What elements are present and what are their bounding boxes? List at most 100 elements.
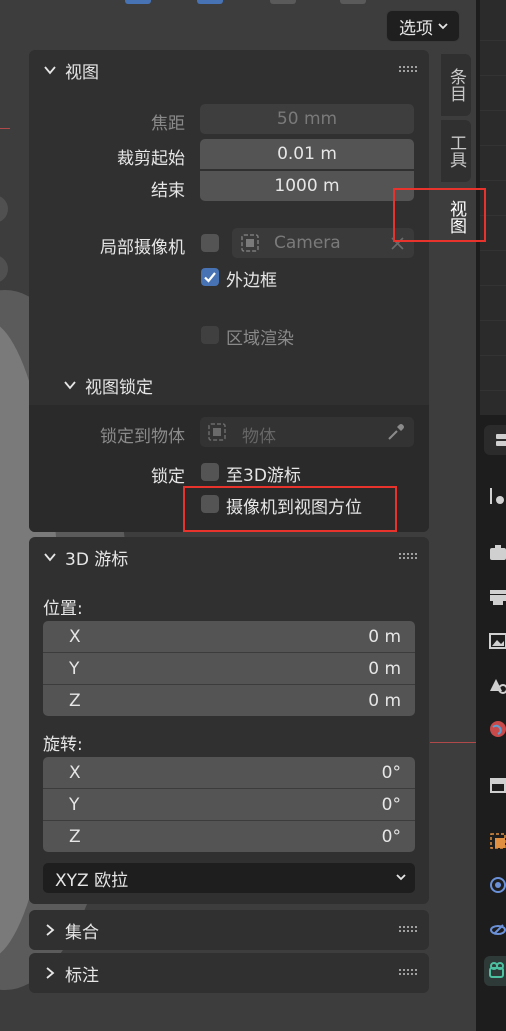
- clip-start-field[interactable]: 0.01 m: [200, 139, 414, 169]
- border-row: 外边框: [29, 262, 429, 292]
- lock-to-3d-cursor-checkbox[interactable]: [201, 463, 219, 481]
- location-y-field[interactable]: Y 0 m: [43, 653, 415, 685]
- scene-icon: [490, 679, 506, 694]
- highlight-camera-to-view: [183, 486, 397, 532]
- view-lock-title: 视图锁定: [85, 377, 153, 398]
- axis-value: 0 m: [368, 690, 401, 711]
- drag-handle-icon[interactable]: [399, 553, 417, 561]
- properties-tab-object[interactable]: [484, 826, 506, 856]
- checkmark-icon: [204, 272, 216, 283]
- object-icon: [208, 423, 226, 441]
- local-camera-checkbox[interactable]: [201, 234, 219, 252]
- properties-tab-data[interactable]: [484, 956, 506, 986]
- tab-tool[interactable]: 工具: [441, 120, 471, 182]
- view-panel-header[interactable]: 视图: [29, 50, 429, 90]
- chevron-down-icon: [64, 381, 76, 390]
- properties-tab-constraints[interactable]: [484, 914, 506, 944]
- rotation-y-field[interactable]: Y 0°: [43, 789, 415, 821]
- lock-cursor-row: 锁定 至3D游标: [29, 457, 429, 487]
- options-label: 选项: [399, 18, 433, 39]
- camera-object-icon: [241, 234, 259, 252]
- location-x-field[interactable]: X 0 m: [43, 621, 415, 653]
- view-panel: 视图 焦距 50 mm 裁剪起始 0.01 m 结束 1000 m 局部摄像机 …: [29, 50, 429, 532]
- properties-tab-editor-type[interactable]: [484, 425, 506, 455]
- drag-handle-icon[interactable]: [399, 66, 417, 74]
- tab-tool-label: 工具: [446, 134, 466, 168]
- rotation-z-field[interactable]: Z 0°: [43, 821, 415, 852]
- axis-label: Z: [69, 690, 81, 711]
- properties-tab-modifiers[interactable]: [484, 870, 506, 900]
- properties-tab-collection[interactable]: [484, 770, 506, 800]
- view-lock-header[interactable]: 视图锁定: [49, 365, 153, 405]
- collection-panel-header[interactable]: 集合: [29, 910, 429, 950]
- properties-tab-render[interactable]: [484, 538, 506, 568]
- tab-item-label: 条目: [446, 68, 466, 102]
- chevron-down-icon: [44, 66, 56, 75]
- constraint-icon: [490, 924, 506, 935]
- clip-end-field[interactable]: 1000 m: [200, 171, 414, 201]
- focal-length-field: 50 mm: [200, 104, 414, 134]
- border-label: 外边框: [226, 271, 277, 291]
- axis-value: 0 m: [368, 658, 401, 679]
- axis-label: X: [69, 762, 81, 783]
- editor-type-icon: [496, 434, 506, 446]
- focal-length-row: 焦距 50 mm: [29, 104, 429, 134]
- axis-label: Y: [69, 658, 80, 679]
- wrench-icon: [490, 488, 504, 504]
- clip-end-label: 结束: [151, 181, 185, 201]
- annotation-panel: 标注: [29, 953, 429, 993]
- axis-value: 0°: [381, 762, 401, 783]
- properties-tab-output[interactable]: [484, 582, 506, 612]
- local-camera-row: 局部摄像机 Camera: [29, 228, 429, 258]
- world-icon: [490, 721, 506, 737]
- annotation-panel-header[interactable]: 标注: [29, 953, 429, 993]
- border-checkbox[interactable]: [201, 268, 219, 286]
- chevron-down-icon: [438, 23, 448, 30]
- region-render-checkbox: [201, 326, 219, 344]
- properties-tab-view-layer[interactable]: [484, 626, 506, 656]
- physics-icon: [490, 877, 506, 893]
- local-camera-label: 局部摄像机: [100, 238, 185, 258]
- tab-item[interactable]: 条目: [441, 54, 471, 116]
- collection-panel-title: 集合: [65, 922, 99, 943]
- highlight-view-tab: [393, 188, 486, 242]
- 3d-cursor-panel-header[interactable]: 3D 游标: [29, 537, 429, 577]
- camera-back-icon: [490, 545, 506, 560]
- axis-label: Z: [69, 826, 81, 847]
- lock-object-placeholder: 物体: [242, 427, 276, 447]
- camera-data-icon: [489, 962, 504, 978]
- image-icon: [489, 633, 506, 649]
- options-dropdown[interactable]: 选项: [386, 10, 460, 42]
- region-render-label: 区域渲染: [226, 329, 294, 349]
- 3d-cursor-panel: 3D 游标 位置: X 0 m Y 0 m Z 0 m 旋转: X 0° Y 0…: [29, 537, 429, 904]
- rotation-x-field[interactable]: X 0°: [43, 757, 415, 789]
- axis-label: Y: [69, 794, 80, 815]
- camera-object-field: Camera: [232, 228, 414, 258]
- chevron-down-icon: [44, 553, 56, 562]
- location-vector: X 0 m Y 0 m Z 0 m: [43, 621, 415, 716]
- view-panel-title: 视图: [65, 62, 99, 83]
- lock-label: 锁定: [151, 467, 185, 487]
- axis-label: X: [69, 626, 81, 647]
- lock-to-3d-cursor-label: 至3D游标: [226, 466, 301, 486]
- lock-to-object-row: 锁定到物体 物体: [29, 417, 429, 447]
- chevron-right-icon: [46, 967, 55, 979]
- properties-tab-world[interactable]: [484, 714, 506, 744]
- rotation-mode-dropdown[interactable]: XYZ 欧拉: [43, 863, 415, 893]
- lock-object-field: 物体: [200, 417, 414, 447]
- region-render-row: 区域渲染: [29, 320, 429, 350]
- chevron-right-icon: [46, 924, 55, 936]
- properties-tab-tool[interactable]: [484, 481, 506, 511]
- object-orange-icon: [490, 833, 506, 849]
- collection-icon: [490, 778, 506, 793]
- properties-tab-scene[interactable]: [484, 670, 506, 700]
- clip-start-label: 裁剪起始: [117, 149, 185, 169]
- location-z-field[interactable]: Z 0 m: [43, 685, 415, 716]
- printer-icon: [490, 590, 506, 605]
- drag-handle-icon[interactable]: [399, 969, 417, 977]
- location-label: 位置:: [43, 599, 83, 619]
- 3d-cursor-panel-title: 3D 游标: [65, 549, 129, 570]
- drag-handle-icon[interactable]: [399, 926, 417, 934]
- annotation-panel-title: 标注: [65, 965, 99, 986]
- eyedropper-icon: [388, 424, 404, 440]
